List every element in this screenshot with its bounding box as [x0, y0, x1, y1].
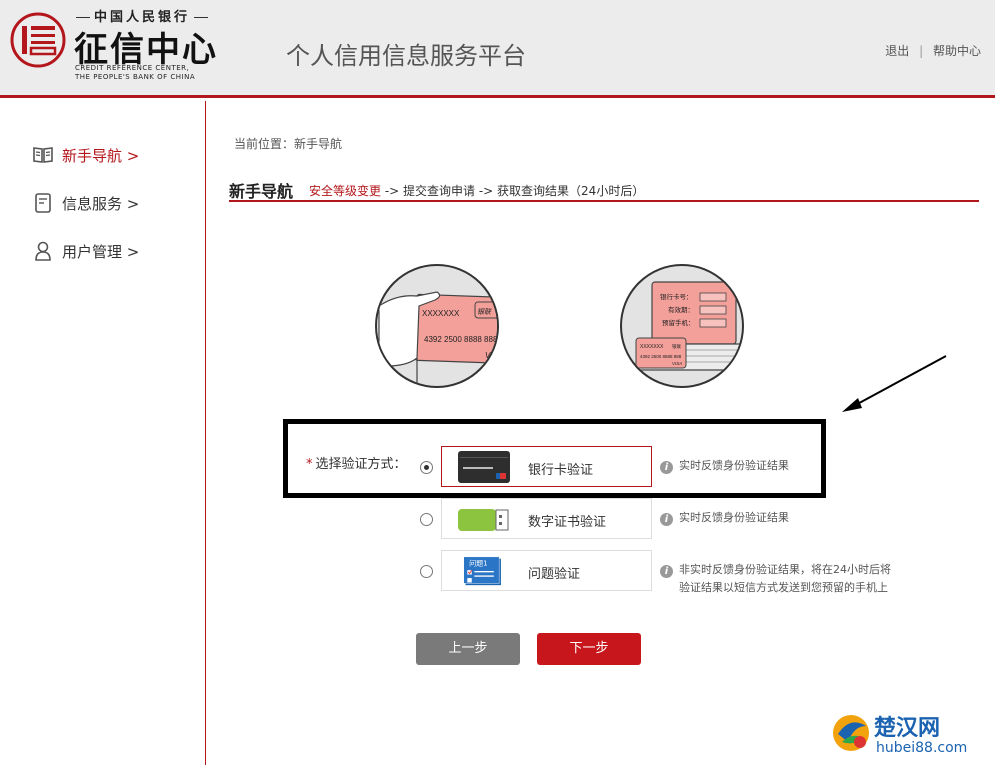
- laptop-form-illustration: 银行卡号： 有效期： 预留手机： XXXXXXX 银联 4392 2500 88…: [620, 264, 744, 388]
- option-question[interactable]: 问题1 问题验证: [441, 550, 652, 591]
- breadcrumb: 当前位置：新手导航: [234, 137, 343, 151]
- card-brand: VISA: [485, 351, 499, 360]
- questionnaire-icon: 问题1: [463, 556, 501, 586]
- logout-link[interactable]: 退出: [885, 44, 909, 58]
- hint-digital-certificate-text: 实时反馈身份验证结果: [679, 511, 789, 524]
- option-question-label: 问题验证: [528, 567, 581, 582]
- form-label-expiry: 有效期：: [668, 305, 694, 314]
- sidebar-item-user-management[interactable]: 用户管理 >: [32, 239, 139, 263]
- document-icon: [35, 193, 51, 213]
- sidebar: 新手导航 > 信息服务 > 用户管理 >: [0, 101, 206, 765]
- option-bank-card-label: 银行卡验证: [528, 463, 594, 478]
- watermark-logo-icon: [833, 715, 869, 751]
- link-separator: |: [919, 44, 924, 58]
- page-header: 新手导航 安全等级变更 -> 提交查询申请 -> 获取查询结果（24小时后）: [229, 178, 979, 202]
- card-hand-illustration: XXXXXXX 银联 4392 2500 8888 888 VISA: [375, 264, 499, 388]
- form-label-phone: 预留手机：: [662, 318, 695, 327]
- card-illustration-graphic: XXXXXXX 银联 4392 2500 8888 888 VISA: [378, 291, 499, 386]
- question-thumb-text: 问题1: [469, 559, 488, 568]
- small-card-brand: VISA: [672, 361, 682, 366]
- sidebar-item-guide[interactable]: 新手导航 >: [32, 143, 139, 167]
- small-card-digits: 4392 2500 8888 888: [640, 354, 682, 359]
- info-icon: i: [660, 513, 673, 526]
- watermark: 楚汉网 hubei88.com: [830, 710, 990, 760]
- watermark-en: hubei88.com: [876, 740, 968, 756]
- hint-question-line-2: 验证结果以短信方式发送到您预留的手机上: [679, 581, 888, 594]
- option-digital-certificate-label: 数字证书验证: [528, 515, 607, 530]
- hint-question: i 非实时反馈身份验证结果，将在24小时后将 验证结果以短信方式发送到您预留的手机…: [660, 561, 891, 597]
- progress-steps: 安全等级变更 -> 提交查询申请 -> 获取查询结果（24小时后）: [309, 182, 644, 199]
- remaining-steps: -> 提交查询申请 -> 获取查询结果（24小时后）: [381, 184, 645, 198]
- next-step-button[interactable]: 下一步: [537, 633, 641, 665]
- logo-english-line-2: THE PEOPLE'S BANK OF CHINA: [75, 73, 196, 81]
- hint-digital-certificate: i 实时反馈身份验证结果: [660, 509, 789, 527]
- small-card-number: XXXXXXX: [640, 344, 664, 350]
- verification-method-text: 选择验证方式：: [315, 457, 407, 472]
- verification-method-label: * 选择验证方式：: [306, 453, 407, 472]
- small-card-unionpay: 银联: [672, 343, 681, 350]
- sidebar-item-guide-label: 新手导航 >: [62, 146, 140, 165]
- required-mark: *: [306, 457, 313, 472]
- hint-question-line-1: 非实时反馈身份验证结果，将在24小时后将: [679, 563, 891, 576]
- form-label-card-number: 银行卡号：: [660, 292, 693, 301]
- option-digital-certificate[interactable]: 数字证书验证: [441, 498, 652, 539]
- info-icon: i: [660, 461, 673, 474]
- annotation-arrow-icon: [842, 355, 947, 412]
- top-links: 退出 | 帮助中心: [885, 42, 981, 59]
- radio-bank-card[interactable]: [420, 461, 433, 474]
- book-icon: [33, 147, 53, 163]
- previous-step-button[interactable]: 上一步: [416, 633, 520, 665]
- header: 中国人民银行 征信中心 CREDIT REFERENCE CENTER, THE…: [0, 0, 995, 98]
- radio-question[interactable]: [420, 565, 433, 578]
- logo-english-line-1: CREDIT REFERENCE CENTER,: [75, 64, 190, 72]
- sidebar-item-info-service[interactable]: 信息服务 >: [32, 191, 139, 215]
- usb-key-icon: [458, 509, 509, 531]
- page-title: 新手导航: [229, 182, 294, 201]
- info-icon: i: [660, 565, 673, 578]
- sidebar-item-info-service-label: 信息服务 >: [62, 194, 140, 213]
- radio-digital-certificate[interactable]: [420, 513, 433, 526]
- logo-english: CREDIT REFERENCE CENTER, THE PEOPLE'S BA…: [75, 64, 195, 82]
- laptop-illustration-graphic: 银行卡号： 有效期： 预留手机： XXXXXXX 银联 4392 2500 88…: [635, 281, 742, 371]
- help-center-link[interactable]: 帮助中心: [933, 44, 981, 58]
- unionpay-label: 银联: [477, 308, 492, 316]
- user-icon: [35, 241, 51, 261]
- card-digits: 4392 2500 8888 888: [424, 335, 498, 344]
- credit-center-logo-icon: [10, 12, 66, 68]
- hint-bank-card: i 实时反馈身份验证结果: [660, 457, 789, 475]
- current-step: 安全等级变更: [309, 184, 382, 198]
- platform-title: 个人信用信息服务平台: [286, 42, 526, 70]
- hint-bank-card-text: 实时反馈身份验证结果: [679, 459, 789, 472]
- sidebar-item-user-management-label: 用户管理 >: [62, 242, 140, 261]
- bank-card-icon: [458, 451, 510, 483]
- watermark-cn: 楚汉网: [874, 716, 941, 741]
- option-bank-card[interactable]: 银行卡验证: [441, 446, 652, 487]
- card-number-mask: XXXXXXX: [422, 309, 460, 318]
